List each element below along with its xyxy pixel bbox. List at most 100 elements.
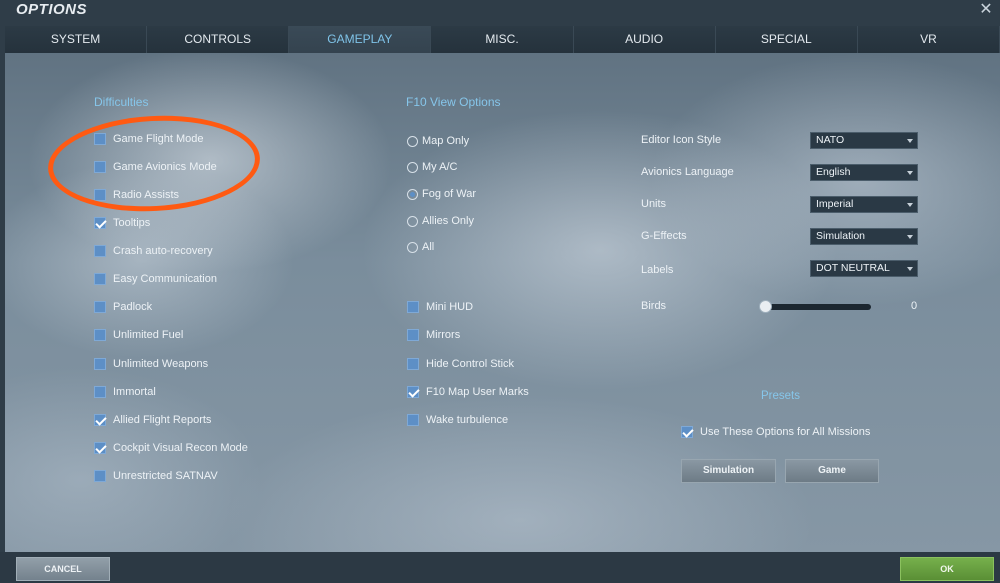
g-effects-select[interactable]: Simulation — [810, 228, 918, 245]
tab-misc[interactable]: MISC. — [431, 26, 574, 53]
option-label: Tooltips — [113, 217, 151, 229]
wake-turbulence-checkbox[interactable]: Wake turbulence — [407, 412, 508, 428]
radio-allies-only[interactable]: Allies Only — [407, 213, 474, 229]
chevron-down-icon — [907, 267, 913, 271]
simulation-preset-button[interactable]: Simulation — [681, 459, 776, 483]
option-label: Radio Assists — [113, 189, 180, 201]
title-bar: OPTIONS ✕ — [0, 0, 1000, 26]
cockpit-visual-recon-mode-checkbox[interactable]: Cockpit Visual Recon Mode — [94, 440, 248, 456]
option-label: Game Avionics Mode — [113, 161, 217, 173]
f10-map-user-marks-checkbox[interactable]: F10 Map User Marks — [407, 384, 529, 400]
tab-audio[interactable]: AUDIO — [573, 26, 716, 53]
option-label: Unrestricted SATNAV — [113, 470, 218, 482]
chevron-down-icon — [907, 203, 913, 207]
checkbox-box — [94, 161, 106, 173]
difficulties-title: Difficulties — [94, 95, 149, 109]
option-label: Easy Communication — [113, 273, 217, 285]
labels-select[interactable]: DOT NEUTRAL — [810, 260, 918, 277]
tab-system[interactable]: SYSTEM — [5, 26, 148, 53]
tab-controls[interactable]: CONTROLS — [147, 26, 290, 53]
g-effects-label: G-Effects — [641, 230, 687, 242]
radio-circle — [407, 135, 418, 147]
game-avionics-mode-checkbox[interactable]: Game Avionics Mode — [94, 159, 217, 175]
checkbox-box — [407, 358, 419, 370]
radio-fog-of-war[interactable]: Fog of War — [407, 186, 476, 202]
editor-icon-style-label: Editor Icon Style — [641, 134, 722, 146]
ok-button[interactable]: OK — [900, 557, 994, 581]
radio-all[interactable]: All — [407, 239, 434, 255]
checkbox-box — [94, 245, 106, 257]
immortal-checkbox[interactable]: Immortal — [94, 384, 156, 400]
select-value: Simulation — [816, 230, 866, 242]
unlimited-fuel-checkbox[interactable]: Unlimited Fuel — [94, 327, 183, 343]
option-label: Unlimited Fuel — [113, 329, 184, 341]
cancel-button[interactable]: CANCEL — [16, 557, 110, 581]
tooltips-checkbox[interactable]: Tooltips — [94, 215, 150, 231]
easy-communication-checkbox[interactable]: Easy Communication — [94, 271, 217, 287]
checkbox-box — [94, 329, 106, 341]
bottom-bar — [0, 552, 1000, 583]
radio-map-only[interactable]: Map Only — [407, 133, 469, 149]
option-label: F10 Map User Marks — [426, 386, 529, 398]
birds-slider-track[interactable] — [764, 304, 871, 310]
radio-circle — [407, 188, 418, 200]
avionics-language-select[interactable]: English — [810, 164, 918, 181]
checkbox-box — [407, 301, 419, 313]
radio-circle — [407, 241, 418, 253]
hide-control-stick-checkbox[interactable]: Hide Control Stick — [407, 356, 514, 372]
option-label: Allied Flight Reports — [113, 414, 212, 426]
option-label: Crash auto-recovery — [113, 245, 213, 257]
radio-circle — [407, 161, 418, 173]
use-for-all-missions-checkbox[interactable]: Use These Options for All Missions — [681, 424, 870, 440]
chevron-down-icon — [907, 235, 913, 239]
tab-vr[interactable]: VR — [857, 26, 1000, 53]
select-value: English — [816, 166, 851, 178]
unlimited-weapons-checkbox[interactable]: Unlimited Weapons — [94, 356, 208, 372]
option-label: Unlimited Weapons — [113, 358, 209, 370]
checkbox-box — [94, 301, 106, 313]
labels-label: Labels — [641, 264, 674, 276]
unrestricted-satnav-checkbox[interactable]: Unrestricted SATNAV — [94, 468, 218, 484]
game-flight-mode-checkbox[interactable]: Game Flight Mode — [94, 131, 203, 147]
checkbox-box — [94, 414, 106, 426]
radio-assists-checkbox[interactable]: Radio Assists — [94, 187, 179, 203]
units-label: Units — [641, 198, 667, 210]
select-value: Imperial — [816, 198, 854, 210]
checkbox-box — [94, 273, 106, 285]
option-label: Mini HUD — [426, 301, 474, 313]
close-icon[interactable]: ✕ — [976, 0, 996, 20]
window-title: OPTIONS — [16, 1, 88, 18]
option-label: All — [422, 241, 435, 253]
game-preset-button[interactable]: Game — [785, 459, 879, 483]
mini-hud-checkbox[interactable]: Mini HUD — [407, 299, 473, 315]
option-label: Padlock — [113, 301, 153, 313]
checkbox-box — [407, 329, 419, 341]
option-label: Map Only — [422, 135, 470, 147]
tab-special[interactable]: SPECIAL — [715, 26, 858, 53]
allied-flight-reports-checkbox[interactable]: Allied Flight Reports — [94, 412, 211, 428]
option-label: Game Flight Mode — [113, 133, 204, 145]
option-label: Hide Control Stick — [426, 358, 515, 370]
checkbox-box — [94, 189, 106, 201]
checkbox-box — [94, 133, 106, 145]
checkbox-box — [407, 386, 419, 398]
left-border — [0, 26, 5, 583]
crash-auto-recovery-checkbox[interactable]: Crash auto-recovery — [94, 243, 213, 259]
radio-my-ac[interactable]: My A/C — [407, 159, 457, 175]
tab-bar: SYSTEM CONTROLS GAMEPLAY MISC. AUDIO SPE… — [5, 26, 1000, 53]
option-label: Wake turbulence — [426, 414, 509, 426]
checkbox-box — [94, 442, 106, 454]
mirrors-checkbox[interactable]: Mirrors — [407, 327, 460, 343]
padlock-checkbox[interactable]: Padlock — [94, 299, 152, 315]
birds-slider-thumb[interactable] — [759, 300, 772, 313]
units-select[interactable]: Imperial — [810, 196, 918, 213]
option-label: My A/C — [422, 161, 458, 173]
editor-icon-style-select[interactable]: NATO — [810, 132, 918, 149]
tab-gameplay[interactable]: GAMEPLAY — [289, 26, 432, 53]
avionics-language-label: Avionics Language — [641, 166, 734, 178]
option-label: Mirrors — [426, 329, 461, 341]
sky-background — [0, 0, 1000, 583]
chevron-down-icon — [907, 139, 913, 143]
option-label: Cockpit Visual Recon Mode — [113, 442, 248, 454]
presets-title: Presets — [761, 390, 800, 402]
